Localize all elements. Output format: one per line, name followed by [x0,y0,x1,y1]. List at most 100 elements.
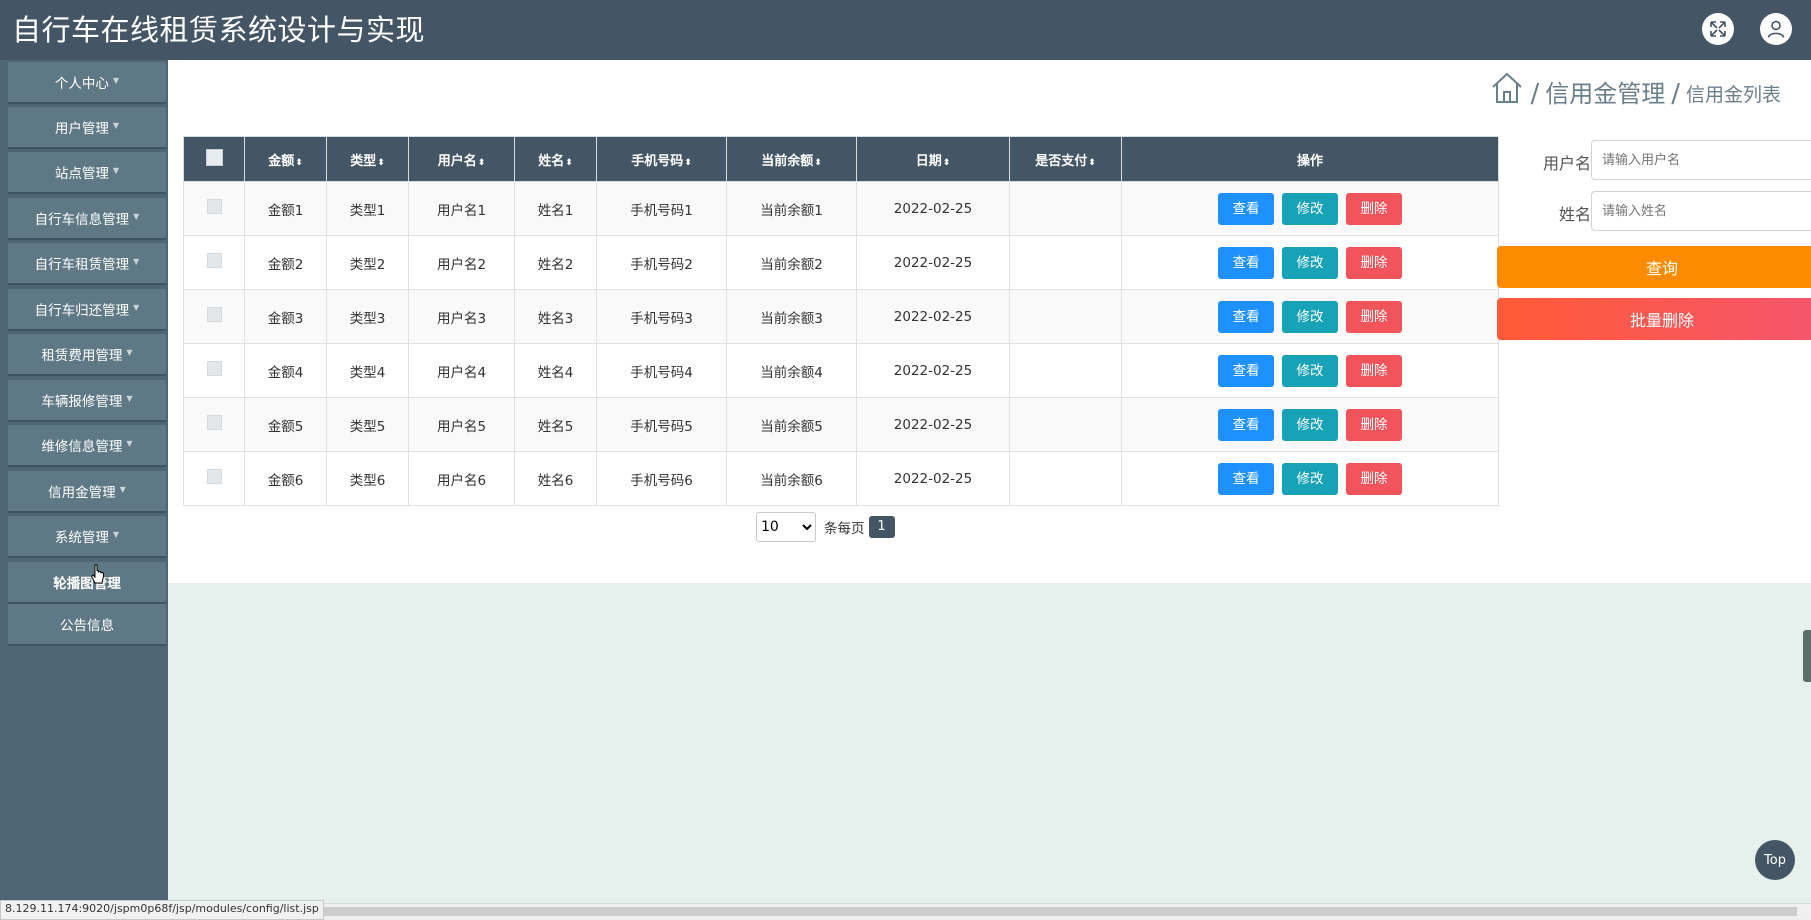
sort-icon[interactable]: ⬍ [814,158,822,168]
view-button[interactable]: 查看 [1218,300,1274,333]
view-button[interactable]: 查看 [1218,246,1274,279]
column-header-date[interactable]: 日期⬍ [856,136,1010,182]
edit-button[interactable]: 修改 [1282,408,1338,441]
row-checkbox[interactable] [206,253,222,268]
cell-date: 2022-02-25 [856,343,1010,398]
sort-icon[interactable]: ⬍ [1088,158,1096,168]
row-checkbox[interactable] [206,415,222,430]
column-header-username[interactable]: 用户名⬍ [408,136,515,182]
cell-username: 用户名3 [408,289,515,344]
sidebar-item-rental-fee-management[interactable]: 租赁费用管理 ▼ [8,334,166,376]
fullscreen-icon[interactable] [1702,13,1734,45]
page-number-button[interactable]: 1 [868,516,895,538]
edit-button[interactable]: 修改 [1282,462,1338,495]
cell-actions: 查看 修改 删除 [1121,451,1499,506]
column-header-name[interactable]: 姓名⬍ [514,136,597,182]
cell-balance: 当前余额1 [726,181,857,236]
column-header-actions: 操作 [1121,136,1499,182]
cell-name: 姓名4 [514,343,597,398]
cell-paid [1009,397,1122,452]
cell-date: 2022-02-25 [856,451,1010,506]
cell-balance: 当前余额5 [726,397,857,452]
table-row: 金额3 类型3 用户名3 姓名3 手机号码3 当前余额3 2022-02-25 … [183,289,1499,344]
delete-button[interactable]: 删除 [1346,408,1402,441]
cell-date: 2022-02-25 [856,397,1010,452]
cell-name: 姓名5 [514,397,597,452]
sidebar-item-credit-deposit-management[interactable]: 信用金管理 ▼ [8,471,166,513]
caret-down-icon: ▼ [112,75,120,85]
column-header-amount[interactable]: 金额⬍ [244,136,327,182]
row-checkbox[interactable] [206,469,222,484]
cell-amount: 金额1 [244,181,327,236]
sort-icon[interactable]: ⬍ [295,158,303,168]
home-icon[interactable] [1490,71,1524,109]
delete-button[interactable]: 删除 [1346,354,1402,387]
edit-button[interactable]: 修改 [1282,192,1338,225]
pagination: 10 20 30 50 条每页 1 [756,512,895,542]
user-icon[interactable] [1760,13,1792,45]
sidebar-item-system-management[interactable]: 系统管理 ▼ [8,516,166,558]
sidebar-item-station-management[interactable]: 站点管理 ▼ [8,152,166,194]
caret-down-icon: ▼ [126,393,133,403]
side-drawer-handle[interactable] [1803,630,1811,682]
view-button[interactable]: 查看 [1218,354,1274,387]
search-button[interactable]: 查询 [1497,246,1811,288]
caret-down-icon: ▼ [126,438,133,448]
view-button[interactable]: 查看 [1218,462,1274,495]
username-search-input[interactable] [1591,140,1811,180]
sidebar-item-bike-return-management[interactable]: 自行车归还管理 ▼ [8,289,166,331]
sidebar-item-bike-info-management[interactable]: 自行车信息管理 ▼ [8,198,166,240]
column-header-phone[interactable]: 手机号码⬍ [596,136,727,182]
sidebar-item-repair-report-management[interactable]: 车辆报修管理 ▼ [8,380,166,422]
delete-button[interactable]: 删除 [1346,246,1402,279]
scrollbar-thumb[interactable] [312,907,1797,916]
page-size-select[interactable]: 10 20 30 50 [756,512,816,542]
back-to-top-button[interactable]: Top [1755,840,1795,880]
sort-icon[interactable]: ⬍ [377,158,385,168]
select-all-checkbox[interactable] [205,148,223,166]
caret-down-icon: ▼ [126,347,133,357]
cell-balance: 当前余额2 [726,235,857,290]
bulk-delete-button[interactable]: 批量删除 [1497,298,1811,340]
sort-icon[interactable]: ⬍ [684,158,692,168]
sidebar-item-maintenance-info-management[interactable]: 维修信息管理 ▼ [8,425,166,467]
delete-button[interactable]: 删除 [1346,192,1402,225]
column-header-balance[interactable]: 当前余额⬍ [726,136,857,182]
edit-button[interactable]: 修改 [1282,246,1338,279]
view-button[interactable]: 查看 [1218,192,1274,225]
row-checkbox[interactable] [206,199,222,214]
table-row: 金额5 类型5 用户名5 姓名5 手机号码5 当前余额5 2022-02-25 … [183,397,1499,452]
cell-name: 姓名1 [514,181,597,236]
cell-username: 用户名2 [408,235,515,290]
caret-down-icon: ▼ [133,256,140,266]
cell-phone: 手机号码2 [596,235,727,290]
sort-icon[interactable]: ⬍ [478,158,486,168]
sort-icon[interactable]: ⬍ [565,158,573,168]
caret-down-icon: ▼ [119,484,126,494]
cell-type: 类型6 [326,451,409,506]
sidebar-item-carousel-management[interactable]: 轮播图管理 [8,562,166,604]
cell-actions: 查看 修改 删除 [1121,181,1499,236]
breadcrumb-module[interactable]: 信用金管理 [1545,74,1665,109]
sidebar-item-bike-rental-management[interactable]: 自行车租赁管理 ▼ [8,243,166,285]
sidebar-item-user-management[interactable]: 用户管理 ▼ [8,107,166,149]
cell-paid [1009,289,1122,344]
row-checkbox[interactable] [206,307,222,322]
sidebar-item-personal-center[interactable]: 个人中心 ▼ [8,62,166,104]
cell-date: 2022-02-25 [856,235,1010,290]
sidebar-item-announcements[interactable]: 公告信息 [8,604,166,646]
view-button[interactable]: 查看 [1218,408,1274,441]
select-all-checkbox-cell[interactable] [183,136,245,182]
column-header-paid[interactable]: 是否支付⬍ [1009,136,1122,182]
column-header-type[interactable]: 类型⬍ [326,136,409,182]
edit-button[interactable]: 修改 [1282,300,1338,333]
row-checkbox[interactable] [206,361,222,376]
delete-button[interactable]: 删除 [1346,300,1402,333]
edit-button[interactable]: 修改 [1282,354,1338,387]
name-search-input[interactable] [1591,191,1811,231]
table-row: 金额1 类型1 用户名1 姓名1 手机号码1 当前余额1 2022-02-25 … [183,181,1499,236]
cell-balance: 当前余额3 [726,289,857,344]
sort-icon[interactable]: ⬍ [943,158,951,168]
cell-balance: 当前余额6 [726,451,857,506]
delete-button[interactable]: 删除 [1346,462,1402,495]
